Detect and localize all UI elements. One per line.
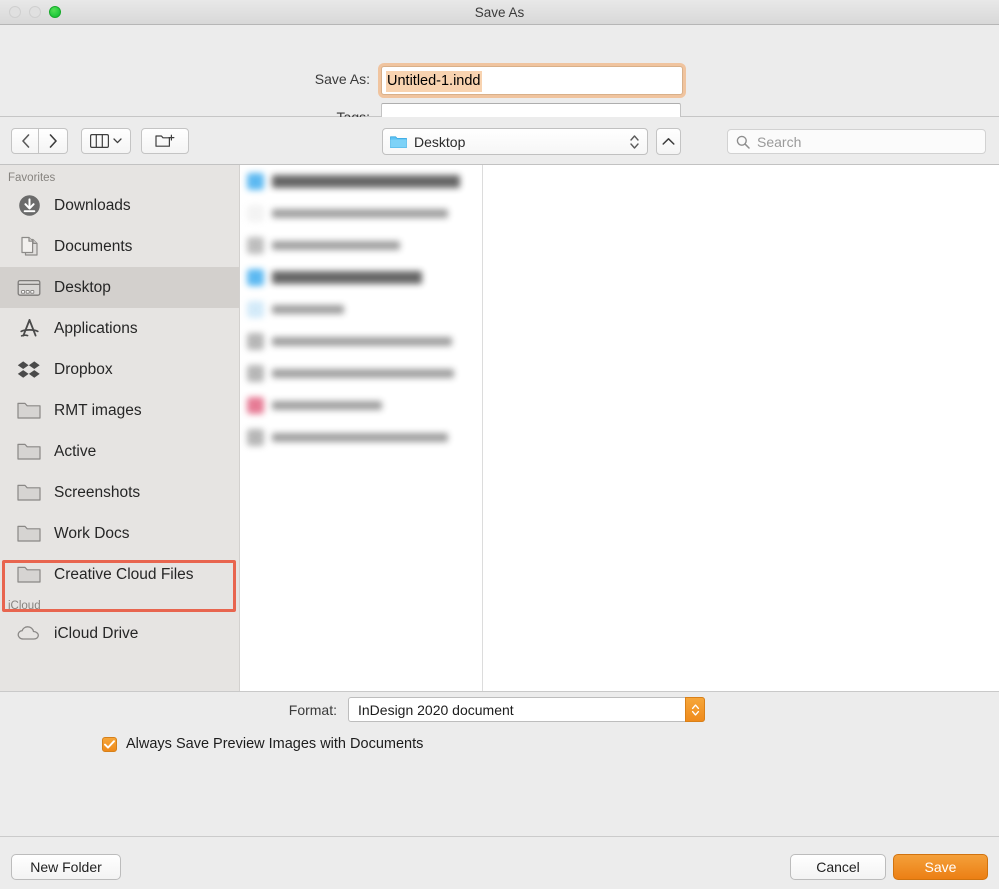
- sidebar-item-label: Downloads: [54, 196, 131, 214]
- sidebar-item-label: Documents: [54, 237, 133, 255]
- list-item[interactable]: [241, 229, 482, 261]
- list-item[interactable]: [241, 293, 482, 325]
- view-mode-button[interactable]: [81, 128, 131, 154]
- sidebar-item-icloud-drive[interactable]: iCloud Drive: [0, 613, 239, 654]
- sidebar-item-label: Dropbox: [54, 360, 113, 378]
- new-folder-toolbar-button[interactable]: [141, 128, 189, 154]
- sidebar-item-dropbox[interactable]: Dropbox: [0, 349, 239, 390]
- obscured-file-names: [241, 165, 482, 453]
- path-dropdown[interactable]: Desktop: [382, 128, 648, 155]
- format-label: Format:: [288, 702, 337, 718]
- downloads-icon: [16, 194, 42, 218]
- sidebar-item-label: Creative Cloud Files: [54, 565, 194, 583]
- file-list-column[interactable]: [241, 165, 483, 691]
- chevron-right-icon: [49, 134, 57, 148]
- folder-icon: [16, 522, 42, 546]
- sidebar-item-creative-cloud-files[interactable]: Creative Cloud Files: [0, 554, 239, 595]
- list-item[interactable]: [241, 421, 482, 453]
- sidebar-section-favorites: Favorites: [8, 172, 56, 184]
- documents-icon: [16, 235, 42, 259]
- folder-icon: [16, 440, 42, 464]
- title-bar: Save As: [0, 0, 999, 25]
- folder-icon: [16, 563, 42, 587]
- preview-checkbox[interactable]: [102, 736, 117, 752]
- format-dropdown[interactable]: InDesign 2020 document: [348, 697, 705, 722]
- sidebar-item-label: Work Docs: [54, 524, 130, 542]
- filename-value: Untitled-1.indd: [386, 71, 482, 92]
- chevron-down-icon: [113, 138, 122, 144]
- new-folder-icon: [155, 134, 175, 147]
- sidebar-item-label: Screenshots: [54, 483, 141, 501]
- new-folder-button[interactable]: New Folder: [11, 854, 121, 880]
- sidebar-item-label: Applications: [54, 319, 138, 337]
- preview-option-label: Always Save Preview Images with Document…: [126, 736, 424, 752]
- blue-folder-icon: [390, 135, 407, 148]
- name-tags-area: Save As: Untitled-1.indd Tags:: [0, 25, 999, 129]
- list-item[interactable]: [241, 357, 482, 389]
- folder-icon: [16, 399, 42, 423]
- list-item[interactable]: [241, 325, 482, 357]
- desktop-icon: [16, 276, 42, 300]
- checkmark-icon: [104, 739, 115, 749]
- save-button[interactable]: Save: [893, 854, 988, 880]
- sidebar-item-label: Desktop: [54, 278, 111, 296]
- list-item[interactable]: [241, 197, 482, 229]
- window-title: Save As: [474, 5, 525, 20]
- filename-input[interactable]: Untitled-1.indd: [381, 66, 683, 95]
- cloud-icon: [16, 622, 42, 646]
- stepper-arrows-icon[interactable]: [685, 697, 705, 722]
- stepper-arrows-icon: [630, 134, 639, 149]
- back-button[interactable]: [11, 128, 39, 154]
- folder-icon: [16, 481, 42, 505]
- search-placeholder: Search: [757, 133, 802, 150]
- preview-column: [484, 165, 999, 691]
- sidebar-item-active[interactable]: Active: [0, 431, 239, 472]
- chevron-left-icon: [21, 134, 29, 148]
- always-save-preview-option[interactable]: Always Save Preview Images with Document…: [102, 736, 423, 752]
- save-as-dialog: Save As Save As: Untitled-1.indd Tags:: [0, 0, 999, 889]
- file-browser: Favorites Downloads Documents Desktop Ap…: [0, 165, 999, 691]
- search-input[interactable]: Search: [727, 129, 986, 154]
- sidebar-item-label: Active: [54, 442, 97, 460]
- save-as-label: Save As:: [314, 71, 370, 87]
- sidebar-section-icloud: iCloud: [8, 600, 41, 612]
- forward-button[interactable]: [39, 128, 68, 154]
- format-value: InDesign 2020 document: [358, 701, 514, 718]
- sidebar-item-label: RMT images: [54, 401, 142, 419]
- cancel-button[interactable]: Cancel: [790, 854, 886, 880]
- sidebar[interactable]: Favorites Downloads Documents Desktop Ap…: [0, 165, 240, 691]
- sidebar-item-work-docs[interactable]: Work Docs: [0, 513, 239, 554]
- list-item[interactable]: [241, 165, 482, 197]
- list-item[interactable]: [241, 389, 482, 421]
- sidebar-item-applications[interactable]: Applications: [0, 308, 239, 349]
- list-item[interactable]: [241, 261, 482, 293]
- chevron-up-icon: [662, 138, 675, 145]
- sidebar-item-desktop[interactable]: Desktop: [0, 267, 239, 308]
- applications-icon: [16, 317, 42, 341]
- sidebar-item-documents[interactable]: Documents: [0, 226, 239, 267]
- sidebar-item-rmt-images[interactable]: RMT images: [0, 390, 239, 431]
- sidebar-item-screenshots[interactable]: Screenshots: [0, 472, 239, 513]
- path-label: Desktop: [414, 133, 466, 150]
- dropbox-icon: [16, 358, 42, 382]
- parent-folder-button[interactable]: [656, 128, 681, 155]
- search-icon: [736, 135, 750, 149]
- column-view-icon: [90, 134, 109, 148]
- sidebar-item-label: iCloud Drive: [54, 624, 139, 642]
- sidebar-item-downloads[interactable]: Downloads: [0, 185, 239, 226]
